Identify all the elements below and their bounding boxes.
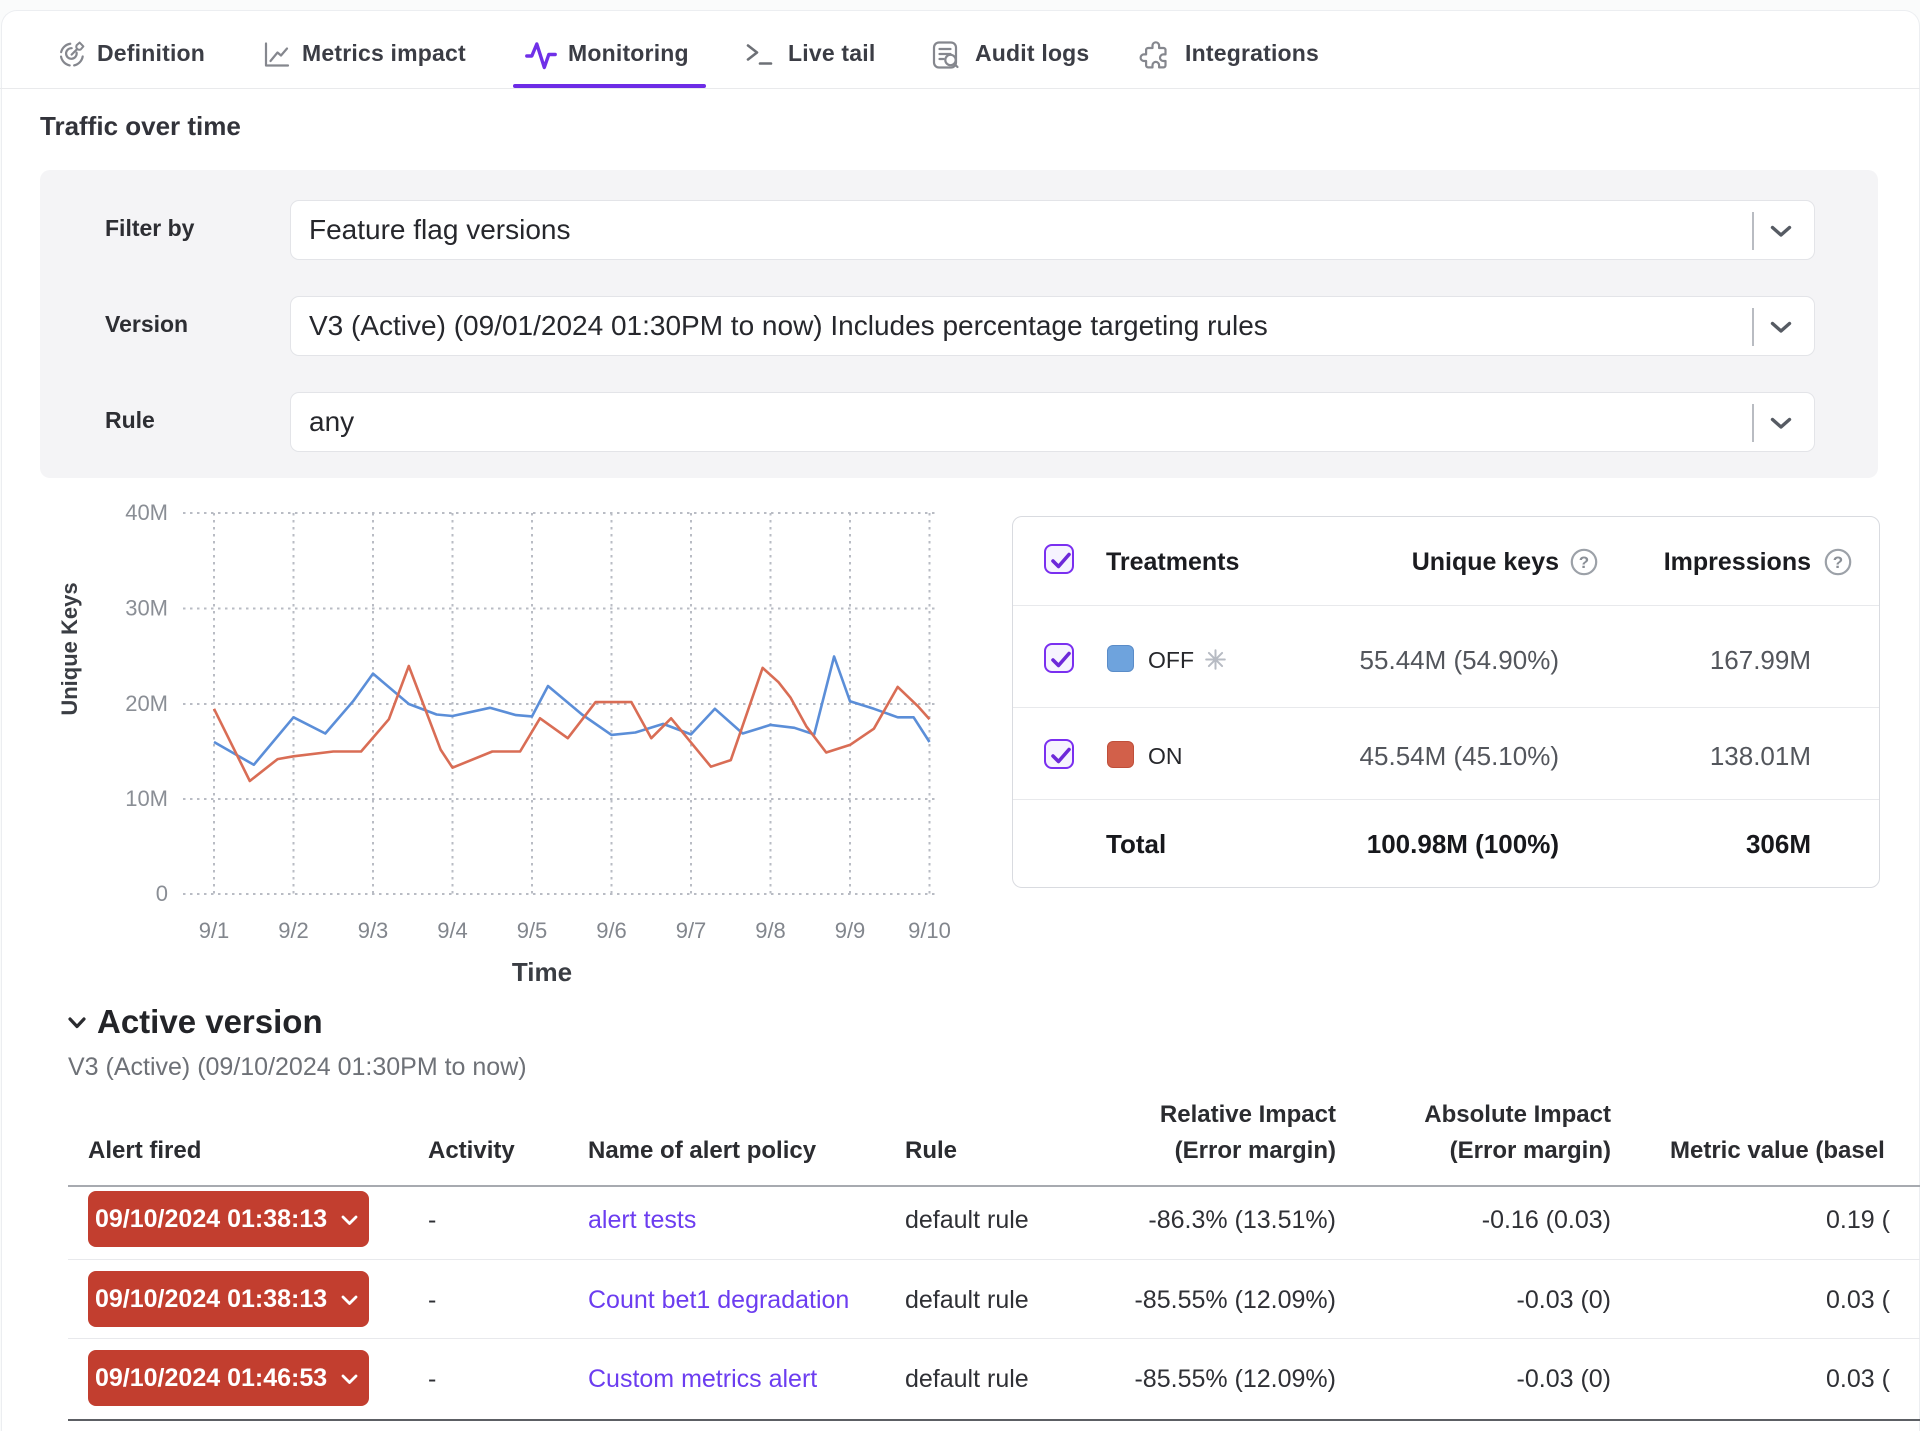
svg-text:30M: 30M: [125, 596, 168, 621]
svg-text:9/1: 9/1: [199, 918, 230, 943]
svg-text:Unique Keys: Unique Keys: [57, 582, 82, 715]
svg-text:9/8: 9/8: [755, 918, 786, 943]
svg-text:Time: Time: [512, 957, 572, 987]
svg-text:9/9: 9/9: [835, 918, 866, 943]
svg-text:9/7: 9/7: [676, 918, 707, 943]
svg-text:9/5: 9/5: [517, 918, 548, 943]
svg-text:?: ?: [1579, 553, 1589, 572]
svg-text:0: 0: [156, 881, 168, 906]
svg-text:9/6: 9/6: [596, 918, 627, 943]
svg-text:9/3: 9/3: [358, 918, 389, 943]
svg-text:9/4: 9/4: [437, 918, 468, 943]
svg-text:9/10: 9/10: [908, 918, 951, 943]
svg-text:20M: 20M: [125, 691, 168, 716]
svg-text:10M: 10M: [125, 786, 168, 811]
svg-text:?: ?: [1833, 553, 1843, 572]
svg-text:40M: 40M: [125, 500, 168, 525]
svg-text:9/2: 9/2: [278, 918, 309, 943]
